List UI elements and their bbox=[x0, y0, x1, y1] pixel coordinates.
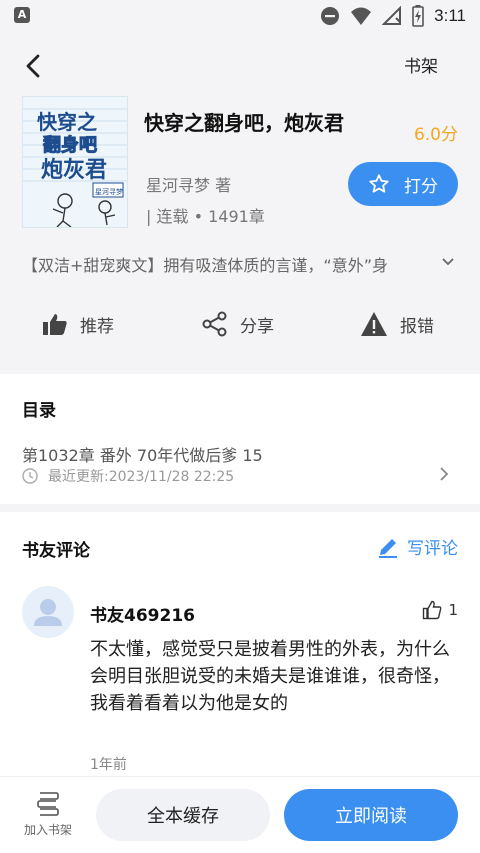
update-time: 最近更新:2023/11/28 22:25 bbox=[48, 469, 235, 485]
report-error-button[interactable]: 报错 bbox=[360, 304, 434, 344]
report-error-label: 报错 bbox=[400, 316, 434, 337]
comment-like-button[interactable]: 1 bbox=[422, 600, 458, 620]
rate-button[interactable]: 打分 bbox=[348, 162, 458, 206]
top-nav: 书架 bbox=[0, 32, 480, 96]
add-to-shelf-button[interactable]: 加入书架 bbox=[14, 791, 82, 838]
update-row: 最近更新:2023/11/28 22:25 bbox=[22, 466, 234, 486]
cache-all-button[interactable]: 全本缓存 bbox=[96, 789, 270, 841]
book-status: | 连载 • 1491章 bbox=[146, 207, 265, 226]
status-icons: 3:11 bbox=[320, 4, 466, 28]
bottom-bar: 加入书架 全本缓存 立即阅读 bbox=[0, 776, 480, 853]
read-now-button[interactable]: 立即阅读 bbox=[284, 789, 458, 841]
rate-button-label: 打分 bbox=[404, 176, 438, 197]
clock-icon bbox=[22, 468, 38, 484]
svg-text:星河寻梦: 星河寻梦 bbox=[95, 188, 123, 196]
svg-text:快穿之: 快穿之 bbox=[37, 110, 97, 134]
book-author[interactable]: 星河寻梦 著 bbox=[146, 172, 231, 196]
do-not-disturb-icon bbox=[321, 7, 340, 25]
bookshelf-icon bbox=[37, 792, 59, 816]
thumbs-up-icon bbox=[43, 314, 67, 335]
book-title: 快穿之翻身吧，炮灰君 bbox=[144, 111, 344, 135]
book-cover[interactable]: 快穿之 翻身吧 炮灰君 星河寻梦 bbox=[22, 96, 128, 228]
warning-icon bbox=[361, 312, 387, 336]
comments-section: 书友评论 写评论 书友469216 1 不太懂，感觉受只是披着男性的外表，为什么… bbox=[0, 512, 480, 776]
chevron-right-icon bbox=[440, 467, 449, 481]
book-info-section: 快穿之 翻身吧 炮灰君 星河寻梦 快穿之翻身吧，炮灰君 6.0分 星河寻梦 著 … bbox=[0, 96, 480, 374]
star-outline-icon bbox=[369, 174, 389, 193]
avatar[interactable] bbox=[22, 586, 74, 638]
comment-time: 1年前 bbox=[90, 757, 127, 773]
expand-intro-button[interactable] bbox=[440, 254, 456, 270]
comments-title: 书友评论 bbox=[22, 541, 90, 561]
latest-chapter: 第1032章 番外 70年代做后爹 15 bbox=[22, 446, 263, 465]
comment-text: 不太懂，感觉受只是披着男性的外表，为什么会明目张胆说受的未婚夫是谁谁谁，很奇怪，… bbox=[90, 639, 450, 714]
no-signal-icon bbox=[382, 6, 402, 25]
status-bar: A 3:11 bbox=[0, 0, 480, 32]
share-label: 分享 bbox=[240, 316, 274, 337]
battery-charging-icon bbox=[412, 5, 424, 27]
comment-like-count: 1 bbox=[448, 601, 458, 619]
bookshelf-link[interactable]: 书架 bbox=[404, 52, 438, 77]
book-detail-page: A 3:11 书架 快穿之 翻身吧 炮灰君 星河寻梦 快穿之翻身吧，炮灰君 6.… bbox=[0, 0, 480, 853]
svg-text:炮灰君: 炮灰君 bbox=[41, 157, 107, 183]
book-actions: 推荐 分享 报错 bbox=[0, 304, 480, 344]
user-avatar-icon bbox=[34, 599, 62, 626]
book-cover-illustration: 快穿之 翻身吧 炮灰君 星河寻梦 bbox=[23, 97, 127, 227]
write-comment-button[interactable]: 写评论 bbox=[377, 534, 458, 559]
pencil-icon bbox=[379, 538, 397, 558]
book-intro[interactable]: 【双洁+甜宠爽文】拥有吸渣体质的言谨，“意外”身 bbox=[22, 252, 440, 276]
catalog-section[interactable]: 目录 第1032章 番外 70年代做后爹 15 最近更新:2023/11/28 … bbox=[0, 374, 480, 504]
app-notification-icon: A bbox=[14, 7, 30, 23]
share-button[interactable]: 分享 bbox=[202, 304, 274, 344]
share-icon bbox=[202, 311, 227, 337]
catalog-open-button[interactable] bbox=[438, 466, 450, 482]
recommend-button[interactable]: 推荐 bbox=[42, 304, 114, 344]
svg-text:翻身吧: 翻身吧 bbox=[43, 134, 97, 156]
comment-user-name[interactable]: 书友469216 bbox=[90, 601, 195, 626]
book-score: 6.0分 bbox=[413, 125, 458, 145]
catalog-title: 目录 bbox=[22, 401, 56, 421]
write-comment-label: 写评论 bbox=[407, 539, 458, 559]
chevron-down-icon bbox=[442, 258, 454, 266]
back-button[interactable] bbox=[18, 50, 50, 82]
thumbs-up-outline-icon bbox=[423, 600, 442, 620]
status-time: 3:11 bbox=[434, 6, 466, 25]
wifi-icon bbox=[351, 7, 372, 25]
back-arrow-icon bbox=[26, 54, 40, 78]
recommend-label: 推荐 bbox=[80, 316, 114, 337]
add-to-shelf-label: 加入书架 bbox=[23, 823, 72, 837]
